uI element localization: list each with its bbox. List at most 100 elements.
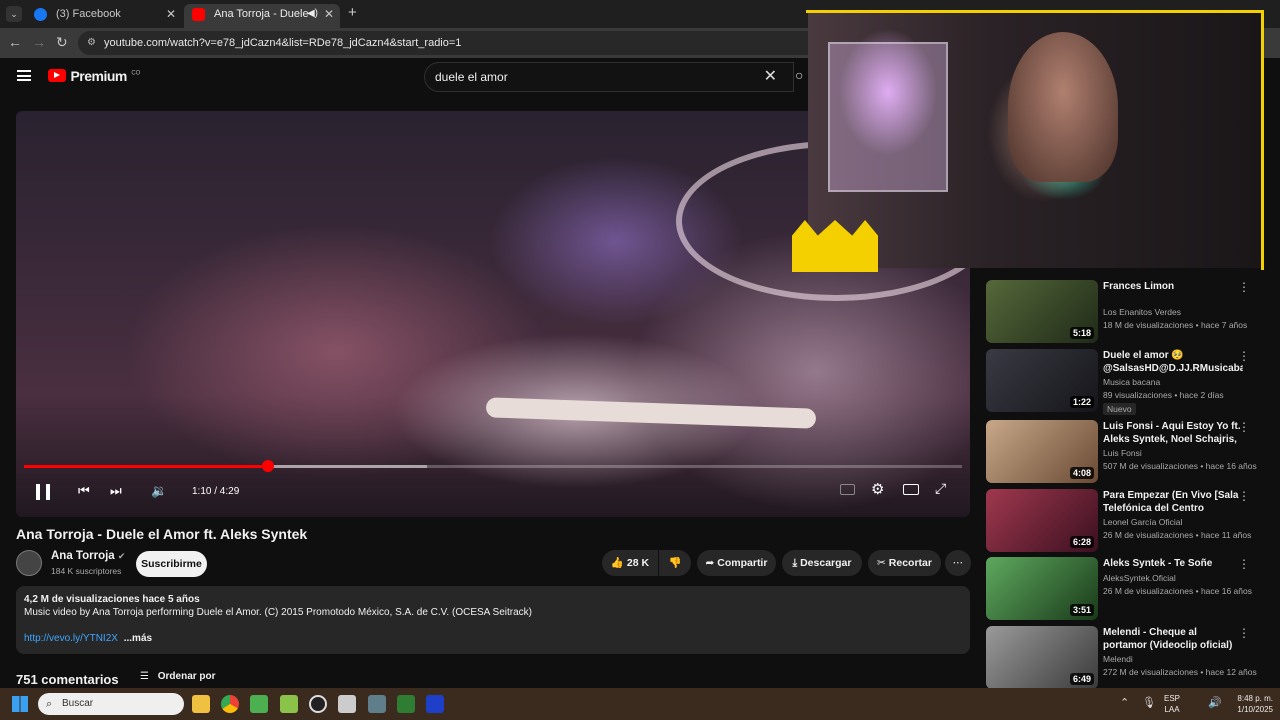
dislike-button[interactable]: 👎 <box>659 550 691 576</box>
url-field[interactable]: ⚙ youtube.com/watch?v=e78_jdCazn4&list=R… <box>78 31 838 55</box>
fullscreen-icon[interactable]: ⤢ <box>935 480 946 497</box>
clip-button[interactable]: ✂ Recortar <box>868 550 941 576</box>
recommendation-title[interactable]: Frances Limon <box>1103 280 1243 293</box>
subscribe-button[interactable]: Suscribirme <box>136 551 207 577</box>
video-thumbnail[interactable]: 6:28 <box>986 489 1098 552</box>
tab-list-icon[interactable]: ⌄ <box>6 6 22 22</box>
windows-start-icon[interactable] <box>12 696 28 712</box>
thumbs-down-icon: 👎 <box>668 557 682 569</box>
reload-icon[interactable]: ↻ <box>56 34 68 51</box>
more-options-icon[interactable]: ⋮ <box>1238 489 1250 503</box>
recommendation-item[interactable]: 3:51 Aleks Syntek - Te Soñe AleksSyntek.… <box>986 557 1266 625</box>
recommendation-meta: 18 M de visualizaciones • hace 7 años <box>1103 320 1248 330</box>
recommendation-item[interactable]: 6:28 Para Empezar (En Vivo [Sala Telefón… <box>986 489 1266 557</box>
comments-count: 751 comentarios <box>16 672 119 687</box>
new-badge: Nuevo <box>1103 403 1136 415</box>
description-box[interactable]: 4,2 M de visualizaciones hace 5 años Mus… <box>16 586 970 654</box>
site-info-icon[interactable]: ⚙ <box>87 31 96 55</box>
recommendation-title[interactable]: Luis Fonsi - Aqui Estoy Yo ft. Aleks Syn… <box>1103 420 1243 446</box>
video-thumbnail[interactable]: 3:51 <box>986 557 1098 620</box>
recommendation-item[interactable]: 6:49 Melendi - Cheque al portamor (Video… <box>986 626 1266 688</box>
recommendation-channel[interactable]: Luis Fonsi <box>1103 448 1142 458</box>
more-actions-button[interactable]: ⋯ <box>945 550 971 576</box>
scissors-icon: ✂ <box>877 557 886 569</box>
file-explorer-icon[interactable] <box>192 695 210 713</box>
recommendation-title[interactable]: Aleks Syntek - Te Soñe <box>1103 557 1243 570</box>
vevo-link[interactable]: http://vevo.ly/YTNI2X <box>24 633 118 644</box>
pause-button[interactable] <box>36 484 50 500</box>
recommendation-channel[interactable]: Musica bacana <box>1103 377 1160 387</box>
progress-scrubber[interactable] <box>261 460 274 472</box>
taskbar-search-input[interactable]: ⌕ Buscar <box>38 693 184 715</box>
like-button[interactable]: 👍 28 K <box>602 550 658 576</box>
recommendation-title[interactable]: Para Empezar (En Vivo [Sala Telefónica d… <box>1103 489 1243 515</box>
calculator-icon[interactable] <box>368 695 386 713</box>
recommendation-title[interactable]: Duele el amor 🥺 @SalsasHD@D.JJ.RMusicaba… <box>1103 349 1243 375</box>
app-icon[interactable] <box>397 695 415 713</box>
progress-bar[interactable] <box>24 460 962 472</box>
recommendation-channel[interactable]: Leonel García Oficial <box>1103 517 1182 527</box>
verified-icon: ✔ <box>117 551 126 561</box>
app-icon[interactable] <box>338 695 356 713</box>
video-thumbnail[interactable]: 4:08 <box>986 420 1098 483</box>
video-thumbnail[interactable]: 6:49 <box>986 626 1098 688</box>
sort-label: Ordenar por <box>157 671 216 682</box>
sort-comments-button[interactable]: ☰ Ordenar por <box>140 671 216 682</box>
recommendation-item[interactable]: 5:18 Frances Limon Los Enanitos Verdes 1… <box>986 280 1266 348</box>
chrome-icon[interactable] <box>221 695 239 713</box>
more-options-icon[interactable]: ⋮ <box>1238 349 1250 363</box>
clear-search-icon[interactable]: ✕ <box>764 63 777 91</box>
forward-icon[interactable]: → <box>32 34 46 50</box>
app-icon[interactable] <box>280 695 298 713</box>
more-options-icon[interactable]: ⋮ <box>1238 626 1250 640</box>
recommendation-meta: 89 visualizaciones • hace 2 días <box>1103 390 1224 400</box>
search-input[interactable]: duele el amor ✕ <box>424 62 794 92</box>
previous-button[interactable]: ⏮ <box>78 483 90 499</box>
back-icon[interactable]: ← <box>8 34 22 50</box>
views-age: 4,2 M de visualizaciones hace 5 años <box>24 594 200 605</box>
url-text: youtube.com/watch?v=e78_jdCazn4&list=RDe… <box>104 37 462 49</box>
volume-icon[interactable]: 🔉 <box>151 483 167 499</box>
theater-mode-icon[interactable] <box>903 484 919 495</box>
clip-label: Recortar <box>888 557 932 569</box>
recommendation-channel[interactable]: AleksSyntek.Oficial <box>1103 573 1176 583</box>
subtitles-icon[interactable] <box>840 484 855 495</box>
next-button[interactable]: ⏭ <box>110 483 122 499</box>
recommendation-item[interactable]: 4:08 Luis Fonsi - Aqui Estoy Yo ft. Alek… <box>986 420 1266 488</box>
channel-name[interactable]: Ana Torroja ✔ <box>51 550 125 562</box>
menu-icon[interactable] <box>17 70 31 81</box>
download-icon: ⤓ <box>792 557 798 569</box>
show-more-button[interactable]: ...más <box>124 633 152 644</box>
app-icon[interactable] <box>309 695 327 713</box>
recommendation-channel[interactable]: Melendi <box>1103 654 1133 664</box>
new-tab-button[interactable]: + <box>348 4 357 21</box>
download-button[interactable]: ⤓ Descargar <box>782 550 862 576</box>
tab-facebook[interactable]: (3) Facebook ✕ <box>26 4 182 28</box>
close-tab-icon[interactable]: ✕ <box>166 4 176 24</box>
more-options-icon[interactable]: ⋮ <box>1238 557 1250 571</box>
volume-icon[interactable]: 🔊 <box>1208 696 1222 709</box>
more-options-icon[interactable]: ⋮ <box>1238 420 1250 434</box>
close-tab-icon[interactable]: ✕ <box>324 4 334 24</box>
clock[interactable]: 8:48 p. m. 1/10/2025 <box>1225 693 1273 715</box>
youtube-logo[interactable]: Premium CO <box>48 68 140 86</box>
video-thumbnail[interactable]: 5:18 <box>986 280 1098 343</box>
speaker-icon[interactable]: ◀) <box>307 4 318 24</box>
settings-icon[interactable]: ⚙ <box>871 480 884 498</box>
microphone-icon[interactable]: 🎙 <box>1142 696 1156 709</box>
recommendation-title[interactable]: Melendi - Cheque al portamor (Videoclip … <box>1103 626 1243 652</box>
share-button[interactable]: ➦ Compartir <box>697 550 776 576</box>
tray-chevron-icon[interactable]: ⌃ <box>1120 696 1129 709</box>
tab-youtube[interactable]: Ana Torroja - Duele el Amor ◀) ✕ <box>184 4 340 28</box>
search-icon[interactable]: ○ <box>795 67 803 83</box>
video-thumbnail[interactable]: 1:22 <box>986 349 1098 412</box>
app-icon[interactable] <box>426 695 444 713</box>
subscriber-count: 184 K suscriptores <box>51 566 122 576</box>
channel-avatar[interactable] <box>16 550 42 576</box>
recommendation-channel[interactable]: Los Enanitos Verdes <box>1103 307 1181 317</box>
streamer-figure <box>1008 32 1118 182</box>
more-options-icon[interactable]: ⋮ <box>1238 280 1250 294</box>
recommendation-item[interactable]: 1:22 Duele el amor 🥺 @SalsasHD@D.JJ.RMus… <box>986 349 1266 417</box>
language-indicator[interactable]: ESP LAA <box>1164 693 1180 715</box>
minecraft-icon[interactable] <box>250 695 268 713</box>
